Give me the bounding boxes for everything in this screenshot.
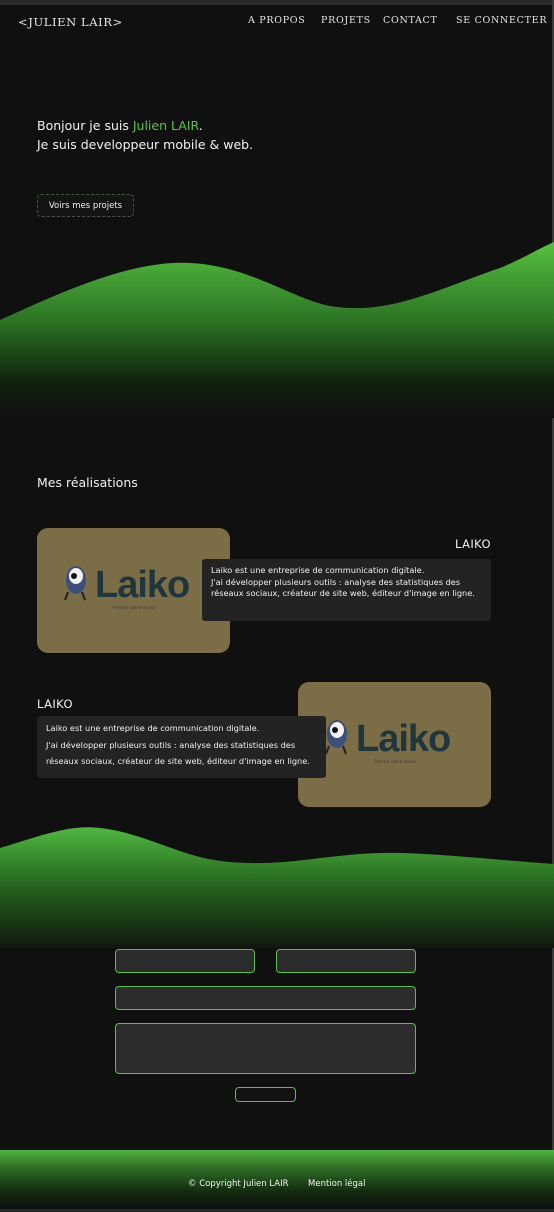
- nav-link-projets[interactable]: PROJETS: [321, 15, 371, 26]
- hero-name: Julien LAIR: [132, 118, 199, 133]
- footer-copyright: © Copyright Julien LAIR: [188, 1179, 289, 1189]
- bird-mascot-icon: [325, 720, 347, 755]
- first-name-input[interactable]: [115, 949, 255, 973]
- hero-greeting-prefix: Bonjour je suis: [37, 118, 133, 133]
- view-projects-button[interactable]: Voirs mes projets: [37, 194, 134, 217]
- nav-link-contact[interactable]: CONTACT: [383, 15, 438, 26]
- project-logo-word: Laiko: [356, 718, 451, 760]
- contact-wave: [0, 827, 554, 948]
- email-input[interactable]: [115, 986, 416, 1010]
- project-description: Laiko est une entreprise de communicatio…: [37, 716, 326, 778]
- hero-greeting-suffix: .: [198, 118, 203, 133]
- project-description-line1: Laiko est une entreprise de communicatio…: [211, 565, 425, 575]
- last-name-input[interactable]: [276, 949, 416, 973]
- hero-wave: [0, 242, 554, 418]
- nav-link-se-connecter[interactable]: SE CONNECTER: [456, 15, 547, 26]
- brand-logo-text[interactable]: <JULIEN LAIR>: [18, 15, 123, 29]
- project-logo-tagline: Prenez votre envol: [374, 760, 416, 765]
- submit-button[interactable]: [235, 1087, 296, 1102]
- footer-legal-link[interactable]: Mention légal: [308, 1179, 366, 1189]
- project-description-line1: Laiko est une entreprise de communicatio…: [46, 723, 260, 733]
- top-border: [0, 0, 554, 5]
- project-description-line2: J'ai développer plusieurs outils : analy…: [46, 739, 310, 767]
- project-image-laiko[interactable]: Laiko Prenez votre envol: [298, 682, 491, 807]
- bird-mascot-icon: [64, 566, 86, 601]
- hero-intro: Bonjour je suis Julien LAIR. Je suis dev…: [37, 116, 253, 154]
- hero-subtitle: Je suis developpeur mobile & web.: [37, 137, 254, 152]
- project-title: LAIKO: [37, 697, 73, 711]
- project-title: LAIKO: [455, 537, 491, 551]
- projects-section-title: Mes réalisations: [37, 475, 138, 490]
- project-description: Laiko est une entreprise de communicatio…: [202, 559, 491, 621]
- message-textarea[interactable]: [115, 1023, 416, 1074]
- project-description-line2: J'ai développer plusieurs outils : analy…: [211, 576, 475, 599]
- project-logo-tagline: Prenez votre envol: [113, 606, 155, 611]
- project-logo-word: Laiko: [95, 564, 190, 606]
- nav-link-a-propos[interactable]: A PROPOS: [248, 15, 306, 26]
